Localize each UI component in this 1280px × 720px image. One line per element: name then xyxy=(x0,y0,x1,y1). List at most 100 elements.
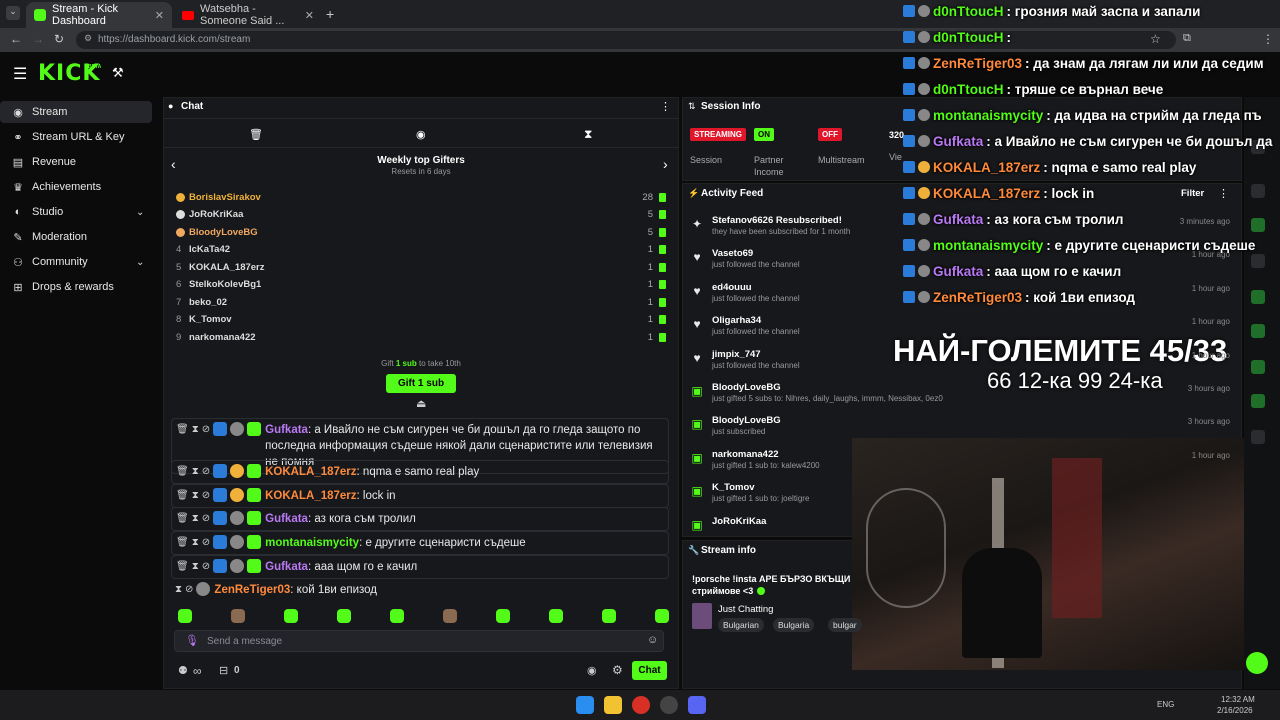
address-bar[interactable]: https://dashboard.kick.com/stream xyxy=(76,31,1176,49)
file-explorer-icon[interactable] xyxy=(604,696,622,714)
new-tab-icon[interactable]: + xyxy=(326,6,334,22)
chevron-right-icon[interactable]: › xyxy=(663,156,668,172)
chat-menu-icon[interactable]: ⋮ xyxy=(660,100,671,113)
trash-icon[interactable]: 🗑 xyxy=(176,490,189,501)
site-info-icon[interactable]: ⚙ xyxy=(84,33,92,44)
emote-icon[interactable] xyxy=(284,609,298,623)
timeout-icon[interactable]: ⧗ xyxy=(192,490,199,501)
activity-name[interactable]: ed4ouuu xyxy=(712,282,752,293)
tab-kick-dashboard[interactable]: Stream - Kick Dashboard ✕ xyxy=(26,2,172,28)
wrench-side-icon[interactable] xyxy=(1251,394,1265,408)
message-mod-actions[interactable]: 🗑 ⧗ ⊘ xyxy=(176,464,262,478)
stream-tag[interactable]: bulgar xyxy=(828,618,862,632)
hamburger-menu-icon[interactable]: ☰ xyxy=(13,64,27,84)
activity-name[interactable]: BloodyLoveBG xyxy=(712,415,781,426)
message-username[interactable]: KOKALA_187erz xyxy=(265,466,356,478)
message-username[interactable]: Gufkata xyxy=(265,424,308,436)
message-mod-actions[interactable]: 🗑 ⧗ ⊘ xyxy=(176,559,262,573)
timeout-icon[interactable]: ⧗ xyxy=(175,584,182,595)
emote-icon[interactable] xyxy=(602,609,616,623)
gift-side-icon[interactable] xyxy=(1251,360,1265,374)
forward-icon[interactable]: → xyxy=(32,32,44,46)
gifter-name[interactable]: narkomana422 xyxy=(189,332,648,343)
sidebar-item-achievements[interactable]: ♛ Achievements xyxy=(0,176,152,198)
filter-button[interactable]: Filter xyxy=(1181,188,1204,199)
clock-time[interactable]: 12:32 AM xyxy=(1221,695,1255,704)
category-name[interactable]: Just Chatting xyxy=(718,604,773,615)
activity-name[interactable]: BloodyLoveBG xyxy=(712,382,781,393)
sidebar-item-stream-url-key[interactable]: ⚭ Stream URL & Key xyxy=(0,126,152,148)
message-username[interactable]: KOKALA_187erz xyxy=(265,490,356,502)
chevron-down-icon[interactable]: ⌄ xyxy=(136,257,144,268)
browser-menu-icon[interactable]: ⋮ xyxy=(1262,32,1274,46)
sidebar-item-community[interactable]: ⚇ Community ⌄ xyxy=(0,251,152,273)
timeout-icon[interactable]: ⧗ xyxy=(192,466,199,477)
category-thumbnail[interactable] xyxy=(692,603,712,629)
clock-date[interactable]: 2/16/2026 xyxy=(1217,706,1253,715)
chevron-down-icon[interactable]: ⌄ xyxy=(136,207,144,218)
gifter-name[interactable]: KOKALA_187erz xyxy=(189,262,648,273)
gifter-name[interactable]: beko_02 xyxy=(189,297,648,308)
emote-icon[interactable] xyxy=(496,609,510,623)
close-tab-icon[interactable]: ✕ xyxy=(305,9,314,22)
message-username[interactable]: Gufkata xyxy=(265,513,308,525)
chevron-left-icon[interactable]: ‹ xyxy=(171,156,176,172)
timeout-icon[interactable]: ⧗ xyxy=(192,424,199,435)
obs-icon[interactable] xyxy=(660,696,678,714)
timeout-icon[interactable]: ⧗ xyxy=(192,561,199,572)
trash-icon[interactable]: 🗑 xyxy=(176,561,189,572)
crop-icon[interactable] xyxy=(1251,184,1265,198)
gifter-name[interactable]: BorislavSirakov xyxy=(189,192,642,203)
gift-box-icon[interactable]: ⊟ xyxy=(219,664,228,677)
chrome-icon[interactable] xyxy=(632,696,650,714)
sidebar-item-moderation[interactable]: ✎ Moderation xyxy=(0,226,152,248)
emote-icon[interactable] xyxy=(655,609,669,623)
gifter-name[interactable]: K_Tomov xyxy=(189,314,648,325)
chat-input[interactable]: 🎙 Send a message ☺ xyxy=(174,630,664,652)
gifter-name[interactable]: BloodyLoveBG xyxy=(189,227,648,238)
message-mod-actions[interactable]: 🗑 ⧗ ⊘ xyxy=(176,488,262,502)
message-mod-actions[interactable]: 🗑 ⧗ ⊘ xyxy=(176,535,262,549)
activity-name[interactable]: Vaseto69 xyxy=(712,248,753,259)
tools-icon[interactable]: ⚒ xyxy=(112,65,124,81)
extensions-icon[interactable]: ⧉ xyxy=(1183,32,1191,45)
gifter-name[interactable]: StelkoKolevBg1 xyxy=(189,279,648,290)
emoji-icon[interactable]: ☺ xyxy=(647,634,658,646)
trash-icon[interactable]: 🗑 xyxy=(249,128,263,141)
activity-name[interactable]: Oligarha34 xyxy=(712,315,761,326)
activity-menu-icon[interactable]: ⋮ xyxy=(1218,187,1229,200)
ban-icon[interactable]: ⊘ xyxy=(202,490,210,501)
trash-icon[interactable]: 🗑 xyxy=(176,537,189,548)
message-mod-actions[interactable]: 🗑 ⧗ ⊘ xyxy=(176,422,262,436)
mic-icon[interactable]: 🎙 xyxy=(185,634,199,647)
timeout-icon[interactable]: ⧗ xyxy=(192,513,199,524)
emote-icon[interactable] xyxy=(231,609,245,623)
ban-icon[interactable]: ⊘ xyxy=(202,424,210,435)
floating-action-button[interactable] xyxy=(1246,652,1268,674)
collapse-icon[interactable]: ⏏ xyxy=(416,397,426,410)
points-icon[interactable]: ⚉ xyxy=(178,664,188,677)
activity-name[interactable]: Stefanov6626 Resubscribed! xyxy=(712,215,842,226)
stream-tag[interactable]: Bulgaria xyxy=(773,618,815,632)
message-username[interactable]: montanaismycity xyxy=(265,537,359,549)
sidebar-item-drops-rewards[interactable]: ⊞ Drops & rewards xyxy=(0,276,152,298)
reload-icon[interactable]: ↻ xyxy=(54,32,64,46)
gift-sub-button[interactable]: Gift 1 sub xyxy=(386,374,456,393)
gifter-name[interactable]: JoRoKriKaa xyxy=(189,209,648,220)
sidebar-item-stream[interactable]: ◉ Stream xyxy=(0,101,152,123)
emote-icon[interactable] xyxy=(390,609,404,623)
message-username[interactable]: Gufkata xyxy=(265,561,308,573)
message-username[interactable]: ZenReTiger03 xyxy=(214,584,290,596)
activity-name[interactable]: jimpix_747 xyxy=(712,349,761,360)
ban-icon[interactable]: ⊘ xyxy=(202,466,210,477)
chat-options-icon[interactable]: ◉ xyxy=(587,664,597,677)
back-icon[interactable]: ← xyxy=(10,32,22,46)
emote-icon[interactable] xyxy=(337,609,351,623)
bolt-side-icon[interactable] xyxy=(1251,218,1265,232)
chat-side-icon[interactable] xyxy=(1251,290,1265,304)
activity-name[interactable]: JoRoKriKaa xyxy=(712,516,766,527)
ban-icon[interactable]: ⊘ xyxy=(202,561,210,572)
settings-gear-icon[interactable]: ⚙ xyxy=(612,663,623,677)
ban-icon[interactable]: ⊘ xyxy=(202,513,210,524)
broadcast-side-icon[interactable] xyxy=(1251,324,1265,338)
